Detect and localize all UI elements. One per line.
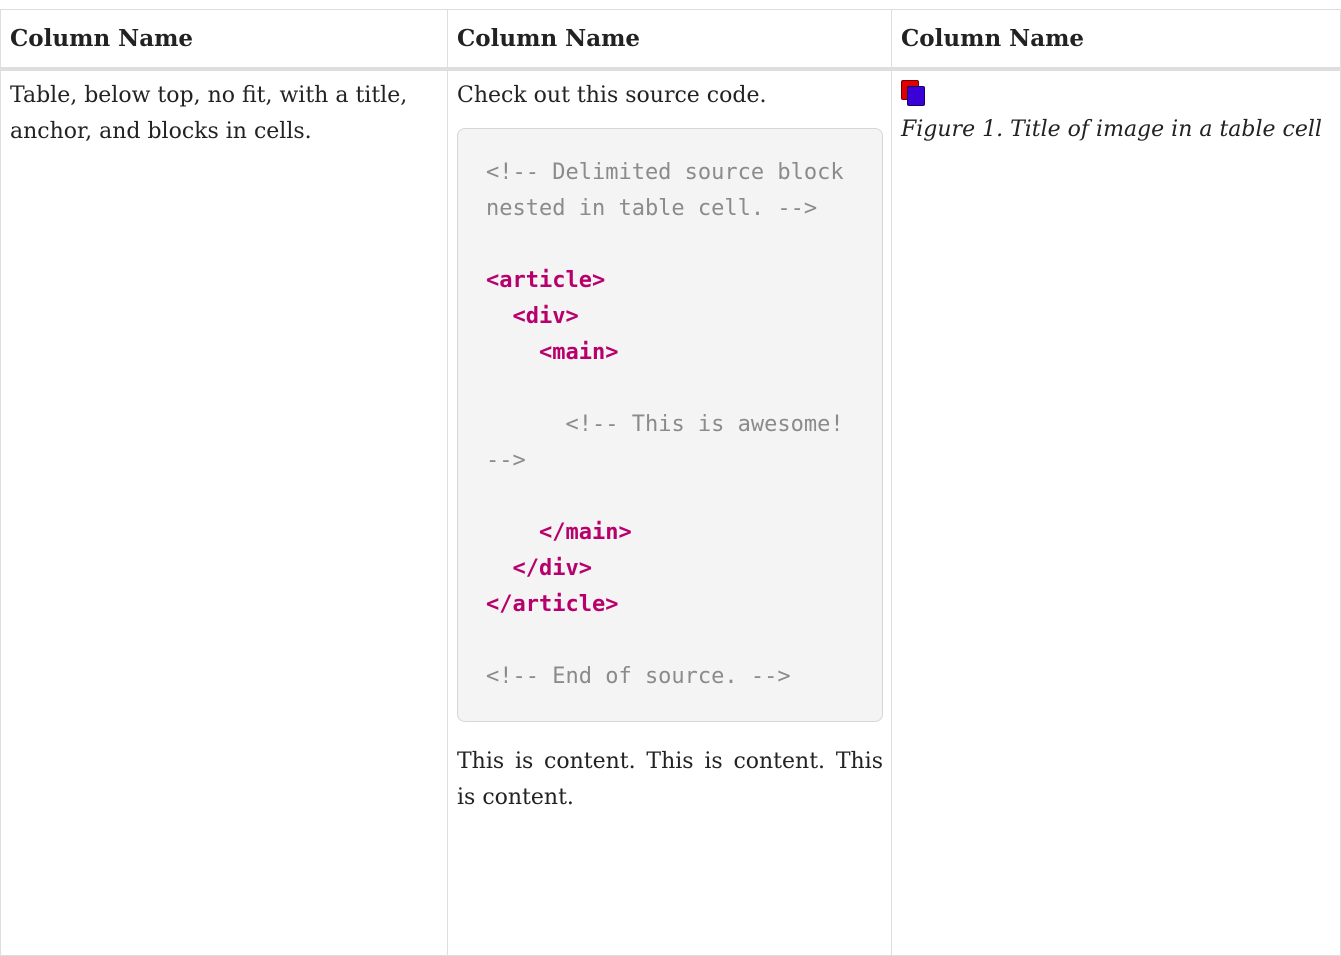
column-header-3: Column Name: [891, 9, 1341, 71]
code-tag-line: </main>: [538, 520, 632, 545]
content-table: Column Name Column Name Column Name Tabl…: [0, 9, 1341, 956]
code-tag-line: </article>: [486, 592, 619, 617]
cell-intro-paragraph: Check out this source code.: [457, 83, 767, 108]
blue-square-shape: [907, 86, 925, 106]
code-comment-line: <!-- End of source. -->: [486, 664, 791, 689]
source-code-block: <!-- Delimited source block nested in ta…: [457, 128, 883, 722]
source-code: <!-- Delimited source block nested in ta…: [486, 155, 856, 695]
figure-caption: Figure 1. Title of image in a table cell: [901, 117, 1322, 142]
table-cell-1: Table, below top, no fit, with a title, …: [0, 68, 448, 956]
column-header-1: Column Name: [0, 9, 448, 71]
overlapping-squares-image: [901, 80, 925, 106]
cell-outro-paragraph: This is content. This is content. This i…: [457, 749, 883, 810]
code-comment-line: <!-- This is awesome! -->: [486, 412, 857, 473]
column-header-2: Column Name: [447, 9, 892, 71]
cell-paragraph: Table, below top, no fit, with a title, …: [10, 83, 408, 144]
code-comment-line: <!-- Delimited source block nested in ta…: [486, 160, 857, 221]
code-tag-line: </div>: [512, 556, 592, 581]
code-tag-line: <main>: [538, 340, 619, 365]
table-row: Table, below top, no fit, with a title, …: [0, 68, 1341, 956]
header-row: Column Name Column Name Column Name: [0, 9, 1341, 71]
table-cell-3: Figure 1. Title of image in a table cell: [891, 68, 1341, 956]
code-tag-line: <article>: [486, 268, 606, 293]
code-tag-line: <div>: [512, 304, 579, 329]
table-cell-2: Check out this source code. <!-- Delimit…: [447, 68, 892, 956]
